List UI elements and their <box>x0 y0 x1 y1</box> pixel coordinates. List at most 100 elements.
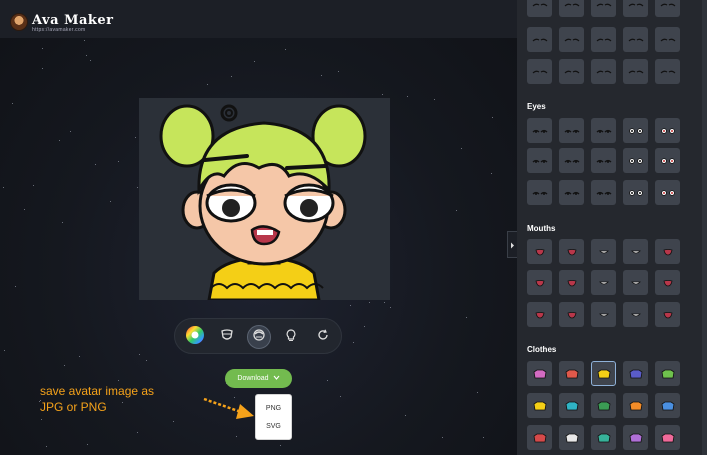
mouth-option[interactable] <box>655 239 680 264</box>
clothes-option[interactable] <box>527 425 552 450</box>
star <box>137 432 138 433</box>
star <box>86 55 87 56</box>
star <box>118 161 119 162</box>
eyebrow-option[interactable] <box>655 0 680 17</box>
mouth-option[interactable] <box>527 302 552 327</box>
clothes-option[interactable] <box>655 425 680 450</box>
panel-scrollbar[interactable] <box>702 0 707 455</box>
star <box>384 302 385 303</box>
avatar-stage: Ava Maker https://avamaker.com Download … <box>0 0 517 455</box>
download-option-svg[interactable]: SVG <box>256 423 291 430</box>
star <box>41 419 42 420</box>
eyes-option[interactable] <box>527 118 552 143</box>
star <box>84 40 85 41</box>
clothes-option[interactable] <box>655 361 680 386</box>
star <box>15 286 16 287</box>
eyebrow-option[interactable] <box>655 59 680 84</box>
eyebrow-option[interactable] <box>591 59 616 84</box>
mouth-option[interactable] <box>591 270 616 295</box>
app-logo-url: https://avamaker.com <box>32 27 86 33</box>
star <box>461 148 462 149</box>
clothes-option[interactable] <box>591 393 616 418</box>
chevron-down-icon <box>273 375 280 382</box>
star <box>434 99 435 100</box>
mouth-option[interactable] <box>591 239 616 264</box>
eyes-option[interactable] <box>527 180 552 205</box>
star <box>477 392 478 393</box>
star <box>492 117 493 118</box>
toolbar-button-hair[interactable] <box>247 325 271 349</box>
clothes-option[interactable] <box>655 393 680 418</box>
eyes-option[interactable] <box>623 180 648 205</box>
eyebrow-option[interactable] <box>527 0 552 17</box>
clothes-option[interactable] <box>527 393 552 418</box>
download-option-png[interactable]: PNG <box>256 405 291 412</box>
clothes-option[interactable] <box>559 393 584 418</box>
eyes-option[interactable] <box>623 148 648 173</box>
eyes-option[interactable] <box>591 180 616 205</box>
eyes-option[interactable] <box>559 148 584 173</box>
mouth-option[interactable] <box>559 302 584 327</box>
eyes-option[interactable] <box>559 180 584 205</box>
toolbar-button-idea[interactable] <box>279 325 303 349</box>
star <box>442 437 443 438</box>
top-bar: Ava Maker https://avamaker.com <box>0 0 517 38</box>
toolbar-button-face[interactable] <box>215 325 239 349</box>
star <box>353 342 354 343</box>
star <box>70 131 71 132</box>
star <box>407 96 408 97</box>
mouth-option[interactable] <box>623 302 648 327</box>
eyebrow-option[interactable] <box>591 27 616 52</box>
app-logo-name[interactable]: Ava Maker <box>32 13 114 28</box>
mouth-option[interactable] <box>527 270 552 295</box>
eyebrow-option[interactable] <box>591 0 616 17</box>
star <box>146 360 147 361</box>
eyebrow-option[interactable] <box>527 27 552 52</box>
clothes-option[interactable] <box>623 361 648 386</box>
mouth-option[interactable] <box>623 239 648 264</box>
eyebrow-option[interactable] <box>655 27 680 52</box>
mouth-option[interactable] <box>527 239 552 264</box>
clothes-option[interactable] <box>623 393 648 418</box>
clothes-option[interactable] <box>591 361 616 386</box>
mouth-option[interactable] <box>559 239 584 264</box>
eyes-option[interactable] <box>623 118 648 143</box>
avatar-canvas <box>139 98 390 300</box>
eyebrow-option[interactable] <box>623 59 648 84</box>
eyes-option[interactable] <box>591 148 616 173</box>
eyes-option[interactable] <box>527 148 552 173</box>
clothes-option[interactable] <box>623 425 648 450</box>
toolbar-button-color[interactable] <box>183 325 207 349</box>
eyebrow-option[interactable] <box>623 27 648 52</box>
mouth-option[interactable] <box>591 302 616 327</box>
eyes-option[interactable] <box>591 118 616 143</box>
mouth-option[interactable] <box>559 270 584 295</box>
star <box>135 137 136 138</box>
panel-toggle-button[interactable] <box>507 231 517 258</box>
eyes-option[interactable] <box>655 118 680 143</box>
mouth-option[interactable] <box>655 302 680 327</box>
mouth-option[interactable] <box>623 270 648 295</box>
star <box>321 75 322 76</box>
avatar-illustration <box>159 104 367 300</box>
star <box>338 71 339 72</box>
refresh-icon <box>316 328 330 347</box>
clothes-option[interactable] <box>591 425 616 450</box>
eyes-option[interactable] <box>655 148 680 173</box>
clothes-option[interactable] <box>559 425 584 450</box>
eyes-option[interactable] <box>655 180 680 205</box>
clothes-option[interactable] <box>559 361 584 386</box>
download-button[interactable]: Download <box>225 369 292 388</box>
eyebrow-option[interactable] <box>559 27 584 52</box>
section-title-clothes: Clothes <box>527 345 557 354</box>
clothes-option[interactable] <box>527 361 552 386</box>
star <box>4 350 5 351</box>
eyebrow-option[interactable] <box>559 59 584 84</box>
toolbar-button-reset[interactable] <box>311 325 335 349</box>
eyebrow-option[interactable] <box>559 0 584 17</box>
eyes-option[interactable] <box>559 118 584 143</box>
mouth-option[interactable] <box>655 270 680 295</box>
eyebrow-option[interactable] <box>527 59 552 84</box>
eyebrow-option[interactable] <box>623 0 648 17</box>
star <box>90 60 91 61</box>
